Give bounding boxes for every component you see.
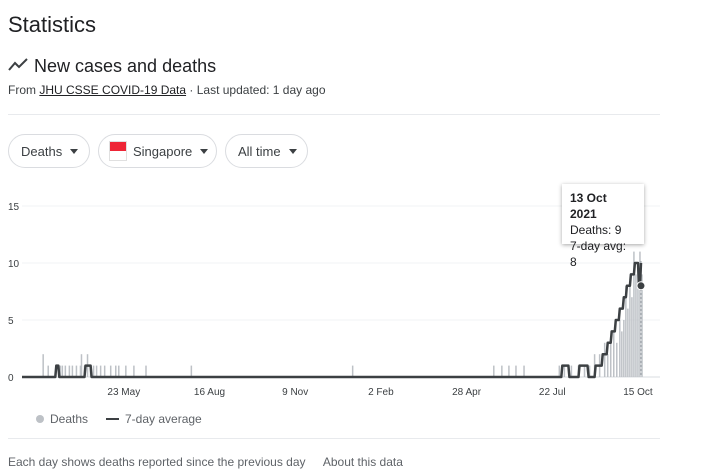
- death-bar: [115, 365, 117, 377]
- chart-tooltip: 13 Oct 2021 Deaths: 9 7-day avg: 8: [562, 184, 644, 269]
- y-tick-label: 0: [8, 373, 14, 384]
- tooltip-date: 13 Oct 2021: [570, 191, 607, 221]
- death-bar: [508, 365, 510, 377]
- death-bar: [570, 365, 573, 377]
- x-tick-label: 15 Oct: [623, 387, 653, 398]
- tooltip-deaths: Deaths: 9: [570, 223, 622, 237]
- location-dropdown-label: Singapore: [133, 143, 193, 159]
- tooltip-average: 7-day avg: 8: [570, 239, 627, 269]
- death-bar: [103, 365, 106, 377]
- footer-note: Each day shows deaths reported since the…: [8, 455, 403, 469]
- metric-dropdown-label: Deaths: [21, 143, 63, 159]
- death-bar: [501, 365, 503, 377]
- death-bar: [92, 365, 95, 377]
- death-bar: [145, 365, 147, 377]
- trending-line-icon: [8, 58, 28, 71]
- time-range-dropdown[interactable]: All time: [225, 134, 308, 168]
- legend-dot-icon: [36, 415, 44, 423]
- death-bar: [558, 365, 561, 377]
- death-bar: [71, 365, 74, 377]
- singapore-flag-icon: [109, 141, 127, 161]
- x-tick-label: 2 Feb: [368, 387, 394, 398]
- death-bar: [635, 274, 637, 377]
- time-range-dropdown-label: All time: [238, 143, 281, 159]
- death-bar: [629, 285, 631, 377]
- death-bar: [621, 331, 623, 377]
- page-title: Statistics: [8, 12, 97, 37]
- about-data-link[interactable]: About this data: [323, 455, 403, 469]
- x-tick-label: 28 Apr: [452, 387, 482, 398]
- death-bar: [95, 365, 98, 377]
- divider-top: [8, 114, 660, 115]
- death-bar: [606, 354, 609, 377]
- x-tick-label: 23 May: [107, 387, 140, 398]
- section-title: New cases and deaths: [34, 56, 217, 76]
- death-bar: [125, 365, 127, 377]
- death-bar: [68, 365, 71, 377]
- data-source-line: From JHU CSSE COVID-19 Data · Last updat…: [8, 83, 326, 97]
- death-bar: [118, 365, 120, 377]
- highlight-point: [636, 281, 646, 291]
- deaths-chart[interactable]: 0 5 10 15 23 May 16 Aug 9 Nov 2 Feb 28 Apr 22 Jul…: [0, 190, 660, 405]
- death-bar: [623, 320, 625, 377]
- death-bar: [563, 365, 566, 377]
- metric-dropdown[interactable]: Deaths: [8, 134, 90, 168]
- death-bar: [603, 342, 606, 377]
- last-updated-text: · Last updated: 1 day ago: [189, 83, 326, 97]
- chevron-down-icon: [200, 148, 209, 154]
- death-bar: [75, 365, 78, 377]
- death-bar: [61, 365, 64, 377]
- death-bar: [616, 342, 618, 377]
- legend-average-label: 7-day average: [125, 412, 202, 426]
- death-bar: [625, 285, 627, 377]
- death-bar: [133, 365, 135, 377]
- death-bar: [80, 354, 83, 377]
- death-bar: [493, 365, 495, 377]
- x-tick-label: 22 Jul: [539, 387, 566, 398]
- chevron-down-icon: [70, 148, 79, 154]
- death-bar: [351, 365, 354, 377]
- location-dropdown[interactable]: Singapore: [98, 134, 217, 168]
- death-bar: [190, 365, 193, 377]
- death-bar: [515, 365, 517, 377]
- source-link[interactable]: JHU CSSE COVID-19 Data: [39, 83, 186, 97]
- legend-deaths: Deaths: [36, 412, 88, 426]
- legend-line-icon: [106, 418, 119, 420]
- death-bar: [523, 365, 525, 377]
- x-tick-label: 9 Nov: [282, 387, 308, 398]
- death-bar: [42, 354, 44, 377]
- y-tick-label: 15: [8, 202, 20, 213]
- death-bar: [631, 297, 633, 377]
- legend-average: 7-day average: [106, 412, 202, 426]
- footer-text: Each day shows deaths reported since the…: [8, 455, 306, 469]
- x-tick-label: 16 Aug: [194, 387, 225, 398]
- divider-bottom: [8, 438, 660, 439]
- death-bar: [99, 365, 102, 377]
- y-tick-label: 10: [8, 259, 20, 270]
- source-prefix: From: [8, 83, 36, 97]
- death-bar: [609, 342, 612, 377]
- chevron-down-icon: [288, 148, 297, 154]
- death-bar: [109, 365, 112, 377]
- death-bar: [583, 365, 586, 377]
- death-bar: [47, 365, 49, 377]
- legend-deaths-label: Deaths: [50, 412, 89, 426]
- death-bar: [64, 365, 67, 377]
- death-bar: [619, 320, 621, 377]
- death-bar: [613, 331, 615, 377]
- death-bar: [627, 308, 629, 377]
- y-tick-label: 5: [8, 316, 14, 327]
